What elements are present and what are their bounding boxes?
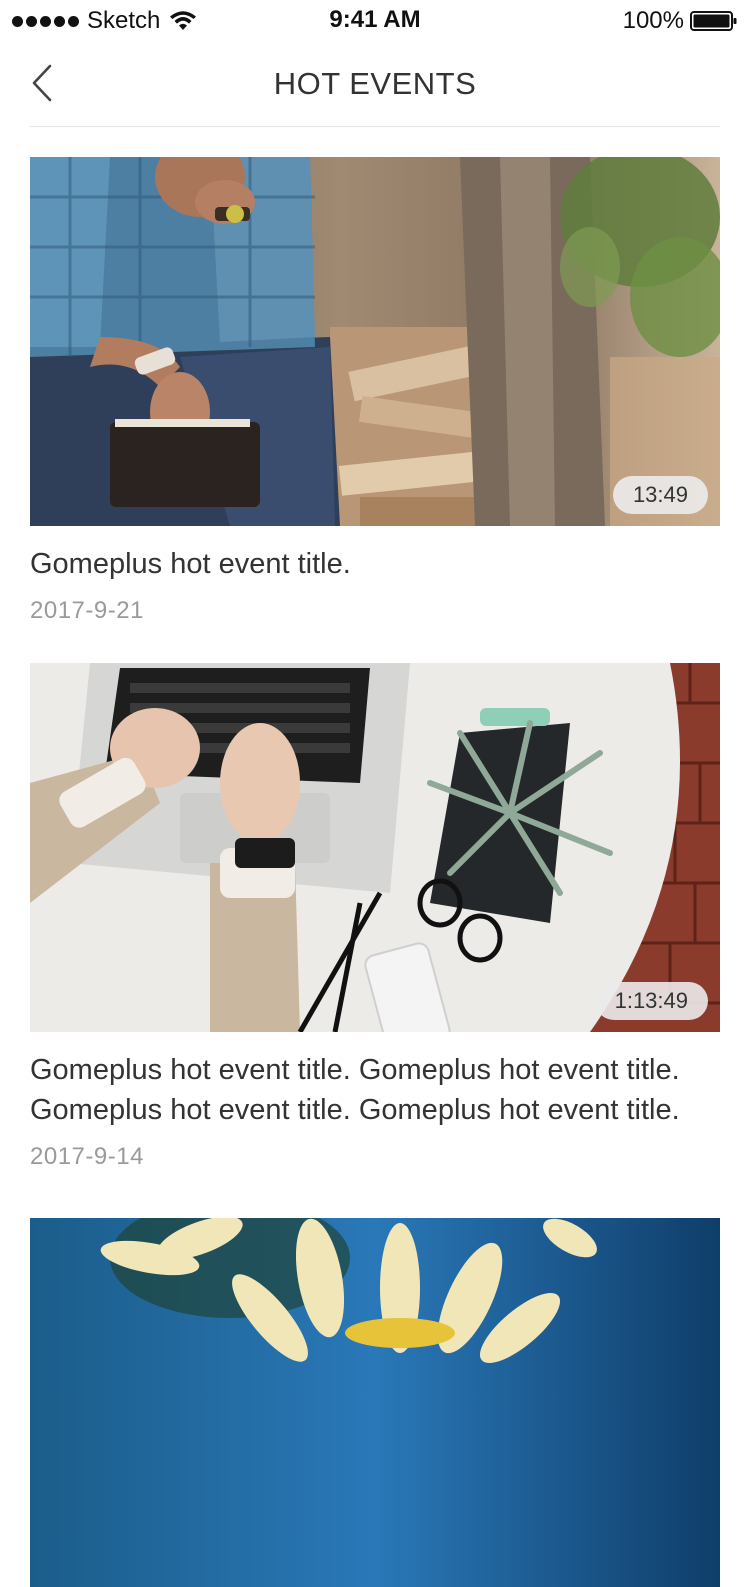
event-image-yellow-flowers (30, 1218, 720, 1587)
event-thumbnail[interactable] (30, 1218, 720, 1587)
nav-bar: HOT EVENTS (0, 40, 750, 126)
page-title: HOT EVENTS (273, 66, 477, 101)
event-image-man-with-notebook (30, 157, 720, 526)
event-date: 2017-9-21 (30, 597, 144, 624)
nav-divider (30, 126, 720, 127)
event-image-laptop-desk (30, 663, 720, 1032)
duration-badge: 13:49 (612, 476, 708, 514)
duration-badge: 1:13:49 (594, 982, 708, 1020)
status-bar: Sketch 9:41 AM 100% (0, 0, 750, 40)
status-right: 100% (622, 7, 738, 34)
event-thumbnail[interactable]: 13:49 (30, 157, 720, 526)
event-card[interactable] (30, 1218, 720, 1587)
event-title[interactable]: Gomeplus hot event title. Gomeplus hot e… (30, 1050, 720, 1130)
battery-icon (690, 11, 737, 31)
event-thumbnail[interactable]: 1:13:49 (30, 663, 720, 1032)
event-title[interactable]: Gomeplus hot event title. (30, 544, 720, 584)
event-card[interactable]: 13:49 Gomeplus hot event title. 2017-9-2… (30, 157, 720, 625)
event-date: 2017-9-14 (30, 1143, 144, 1170)
battery-percentage: 100% (622, 7, 684, 34)
event-card[interactable]: 1:13:49 Gomeplus hot event title. Gomepl… (30, 663, 720, 1171)
